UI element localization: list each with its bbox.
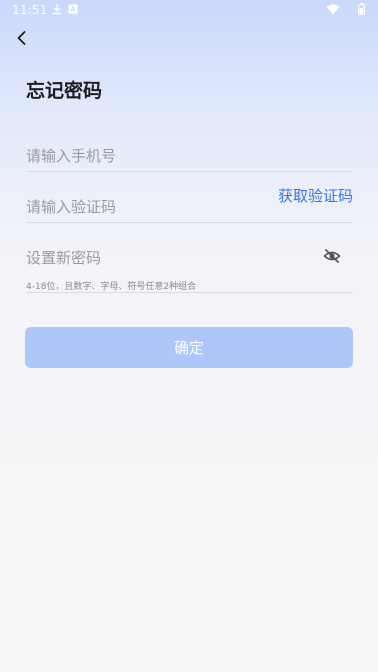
wifi-icon xyxy=(326,4,340,15)
status-bar: 11:51 xyxy=(0,0,378,22)
eye-off-icon[interactable] xyxy=(323,247,341,265)
status-time: 11:51 xyxy=(12,3,48,17)
notification-a-icon xyxy=(68,4,78,14)
phone-field xyxy=(26,144,353,172)
page-title: 忘记密码 xyxy=(26,80,103,102)
confirm-button[interactable]: 确定 xyxy=(25,327,353,368)
confirm-button-label: 确定 xyxy=(173,339,204,357)
verification-code-input[interactable] xyxy=(26,195,266,219)
get-code-button[interactable]: 获取验证码 xyxy=(278,185,353,206)
new-password-input[interactable] xyxy=(26,246,266,270)
download-icon xyxy=(53,4,61,15)
password-hint: 4-18位，且数字、字母、符号任意2种组合 xyxy=(26,282,197,292)
code-field: 获取验证码 xyxy=(26,187,353,223)
back-arrow-icon[interactable] xyxy=(12,28,32,48)
phone-input[interactable] xyxy=(26,144,266,168)
battery-icon xyxy=(358,3,365,15)
password-field: 4-18位，且数字、字母、符号任意2种组合 xyxy=(26,246,353,293)
